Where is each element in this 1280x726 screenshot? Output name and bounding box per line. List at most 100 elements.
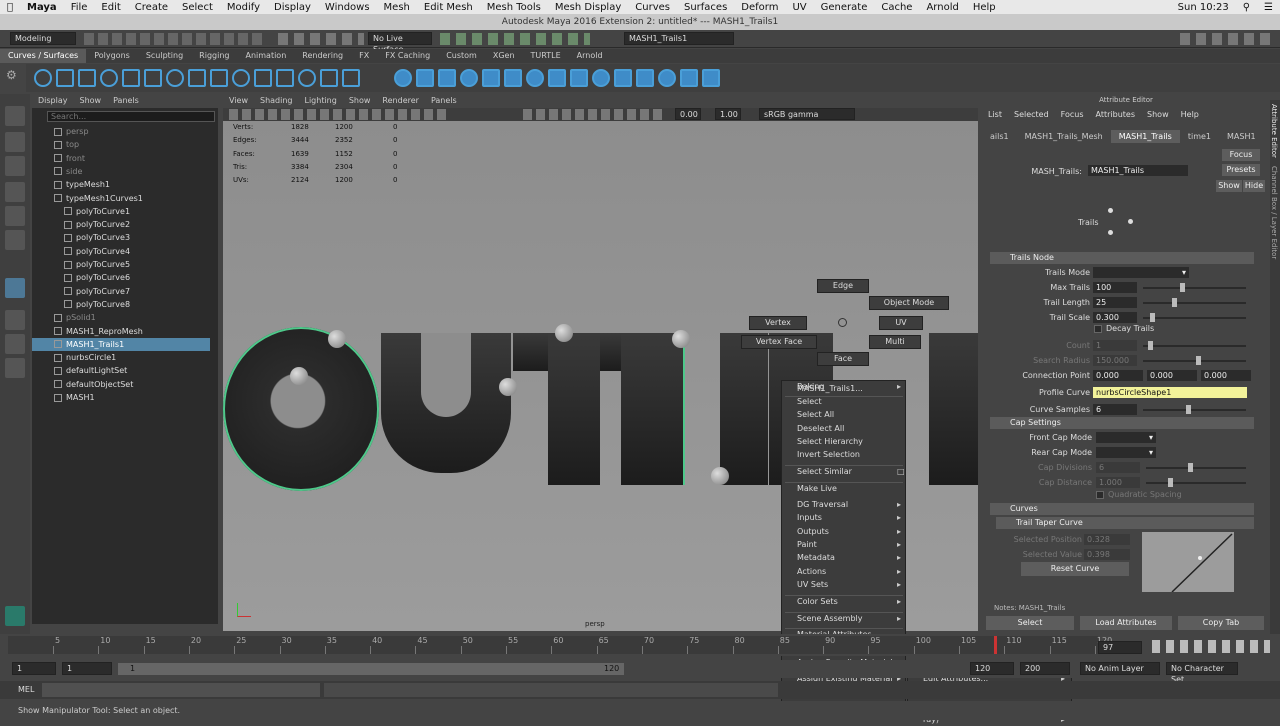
checkbox-quadratic[interactable]: [1096, 491, 1104, 499]
field-rear-cap[interactable]: ▾: [1096, 447, 1156, 458]
shelf-tool-icon[interactable]: [276, 69, 294, 87]
ae-tab[interactable]: ails1: [982, 130, 1017, 143]
shelf-tool-icon[interactable]: [188, 69, 206, 87]
shelf-tool-icon[interactable]: [122, 69, 140, 87]
outliner-item[interactable]: MASH1: [32, 391, 210, 404]
shelf-tab-animation[interactable]: Animation: [237, 49, 294, 63]
hotbox-vertex-face[interactable]: Vertex Face: [741, 335, 817, 349]
shelf-tool-icon[interactable]: [504, 69, 522, 87]
context-item-make-live[interactable]: Make Live: [797, 483, 902, 495]
context-item-dg-traversal[interactable]: DG Traversal ▸: [797, 499, 902, 511]
menu-deform[interactable]: Deform: [734, 2, 785, 13]
ae-menu-selected[interactable]: Selected: [1008, 108, 1055, 122]
move-tool-icon[interactable]: [5, 182, 25, 202]
viewport-menu-panels[interactable]: Panels: [425, 94, 463, 108]
section-trail-taper[interactable]: Trail Taper Curve: [996, 517, 1254, 529]
outliner-item[interactable]: typeMesh1: [32, 178, 210, 191]
shelf-tool-icon[interactable]: [482, 69, 500, 87]
shelf-tool-icon[interactable]: [34, 69, 52, 87]
field-selected-position[interactable]: 0.328: [1084, 534, 1130, 545]
outliner-item[interactable]: polyToCurve7: [32, 285, 210, 298]
shelf-tab-fx-caching[interactable]: FX Caching: [377, 49, 438, 63]
shelf-tool-icon[interactable]: [394, 69, 412, 87]
outliner-item[interactable]: polyToCurve6: [32, 271, 210, 284]
search-icon[interactable]: ⚲: [1236, 2, 1257, 13]
menu-mesh-tools[interactable]: Mesh Tools: [480, 2, 548, 13]
viewport-menu-renderer[interactable]: Renderer: [376, 94, 425, 108]
ae-select-button[interactable]: Select: [986, 616, 1074, 630]
show-button[interactable]: Show: [1216, 180, 1242, 192]
shelf-tab-polygons[interactable]: Polygons: [86, 49, 138, 63]
context-item-scene-assembly[interactable]: Scene Assembly ▸: [797, 613, 902, 625]
section-cap-settings[interactable]: Cap Settings: [990, 417, 1254, 429]
layout-single-icon[interactable]: [5, 310, 25, 330]
slider-track[interactable]: [1143, 287, 1246, 289]
field-curve-samples[interactable]: 6: [1093, 404, 1137, 415]
tab-channel-box[interactable]: Channel Box / Layer Editor: [1270, 166, 1278, 259]
shelf-tool-icon[interactable]: [298, 69, 316, 87]
anim-layer-dropdown[interactable]: No Anim Layer: [1080, 662, 1160, 675]
ae-tab[interactable]: MASH1_Trails: [1110, 130, 1180, 143]
copy-tab-button[interactable]: Copy Tab: [1178, 616, 1264, 630]
shelf-tab-sculpting[interactable]: Sculpting: [138, 49, 191, 63]
scale-tool-icon[interactable]: [5, 230, 25, 250]
menu-maya[interactable]: Maya: [20, 2, 64, 13]
shelf-tool-icon[interactable]: [254, 69, 272, 87]
menu-curves[interactable]: Curves: [628, 2, 677, 13]
slider-handle[interactable]: [1186, 405, 1191, 414]
viewport-menu-view[interactable]: View: [223, 94, 254, 108]
playback-start-field[interactable]: 1: [62, 662, 112, 675]
slider-handle[interactable]: [1168, 478, 1173, 487]
viewport-menu-shading[interactable]: Shading: [254, 94, 299, 108]
menu-mesh-display[interactable]: Mesh Display: [548, 2, 628, 13]
shelf-tool-icon[interactable]: [702, 69, 720, 87]
outliner-item[interactable]: polyToCurve1: [32, 205, 210, 218]
context-item-invert-selection[interactable]: Invert Selection: [797, 449, 902, 461]
option-box-icon[interactable]: □: [897, 466, 905, 478]
slider-track[interactable]: [1143, 360, 1246, 362]
field-trail-length[interactable]: 25: [1093, 297, 1137, 308]
hide-button[interactable]: Hide: [1243, 180, 1265, 192]
reset-curve-button[interactable]: Reset Curve: [1021, 562, 1129, 576]
field-count[interactable]: 1: [1093, 340, 1137, 351]
context-item-select-hierarchy[interactable]: Select Hierarchy: [797, 436, 902, 448]
object-name-field[interactable]: MASH1_Trails1: [624, 32, 734, 45]
playback-end-field[interactable]: 120: [970, 662, 1014, 675]
outliner-item[interactable]: polyToCurve4: [32, 245, 210, 258]
context-item-select-similar[interactable]: Select Similar □: [797, 466, 905, 478]
outliner-item[interactable]: polyToCurve8: [32, 298, 210, 311]
context-item-color-sets[interactable]: Color Sets ▸: [797, 596, 902, 608]
focus-button[interactable]: Focus: [1222, 149, 1260, 161]
outliner-item[interactable]: top: [32, 138, 210, 151]
shelf-tool-icon[interactable]: [438, 69, 456, 87]
show-manipulator-icon[interactable]: [5, 278, 25, 298]
shelf-tab-xgen[interactable]: XGen: [485, 49, 523, 63]
menu-arnold[interactable]: Arnold: [919, 2, 965, 13]
hotbox-multi[interactable]: Multi: [869, 335, 921, 349]
context-item-deselect-all[interactable]: Deselect All: [797, 423, 902, 435]
menu-modify[interactable]: Modify: [220, 2, 267, 13]
context-item-uv-sets[interactable]: UV Sets ▸: [797, 579, 902, 591]
taper-curve-graph[interactable]: [1142, 532, 1234, 593]
shelf-tool-icon[interactable]: [56, 69, 74, 87]
outliner-item[interactable]: front: [32, 152, 210, 165]
shelf-tool-icon[interactable]: [680, 69, 698, 87]
command-input[interactable]: [42, 683, 320, 697]
shelf-tool-icon[interactable]: [210, 69, 228, 87]
menu-help[interactable]: Help: [966, 2, 1003, 13]
shelf-tab-rendering[interactable]: Rendering: [294, 49, 351, 63]
hotbox-uv[interactable]: UV: [879, 316, 923, 330]
ae-tab[interactable]: time1: [1180, 130, 1219, 143]
render-icons[interactable]: [440, 33, 590, 45]
panel-toggle-icons[interactable]: [1180, 33, 1272, 45]
field-connection-point-z[interactable]: 0.000: [1201, 370, 1251, 381]
current-frame-field[interactable]: 97: [1098, 641, 1142, 654]
outliner-search[interactable]: Search...: [47, 111, 215, 122]
section-curves[interactable]: Curves: [990, 503, 1254, 515]
end-frame-field[interactable]: 200: [1020, 662, 1070, 675]
field-selected-value[interactable]: 0.398: [1084, 549, 1130, 560]
shelf-tool-icon[interactable]: [342, 69, 360, 87]
slider-track[interactable]: [1146, 482, 1246, 484]
lasso-tool-icon[interactable]: [5, 132, 25, 152]
live-surface-field[interactable]: No Live Surface: [368, 32, 432, 54]
